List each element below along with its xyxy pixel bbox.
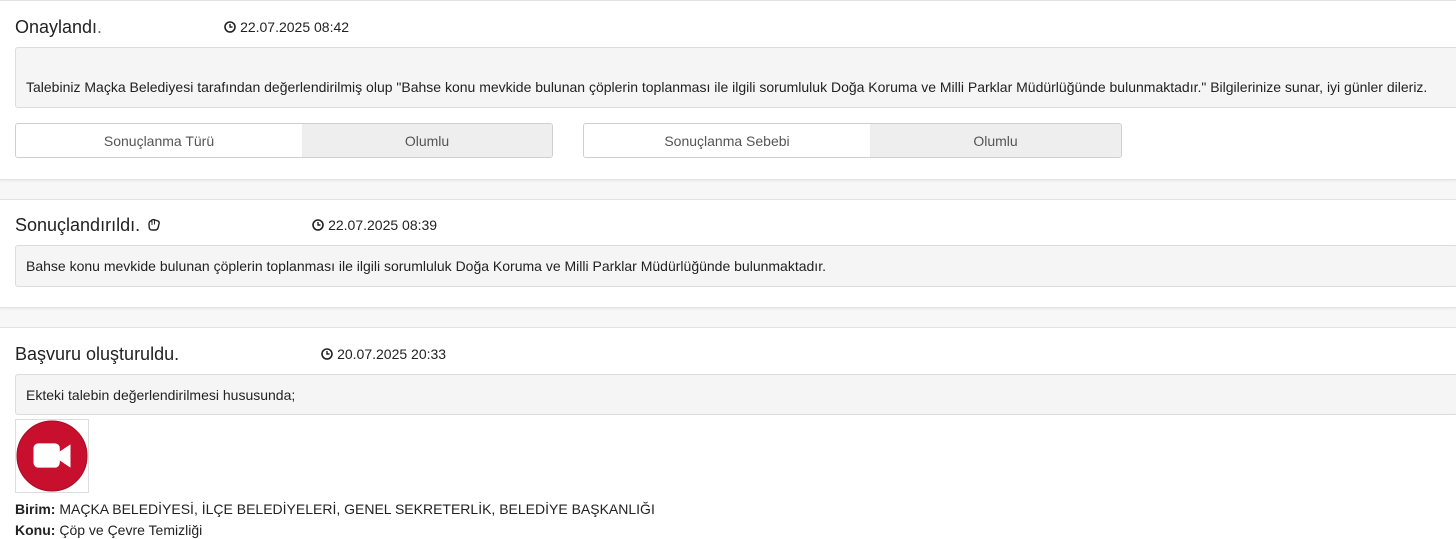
entry-timestamp: 22.07.2025 08:39 — [328, 217, 438, 233]
timeline-entry-concluded: Sonuçlandırıldı. 22.07.2025 08:39 Bahse … — [0, 199, 1456, 308]
result-reason-label: Sonuçlanma Sebebi — [584, 124, 870, 157]
subject-label: Konu: — [15, 522, 56, 538]
clock-icon — [321, 348, 333, 360]
entry-message-box: Ekteki talebin değerlendirilmesi hususun… — [15, 374, 1456, 415]
entry-header: Onaylandı. 22.07.2025 08:42 — [15, 15, 349, 39]
redacted-author — [106, 19, 225, 35]
entry-status-title: Sonuçlandırıldı. — [15, 214, 141, 235]
entry-timestamp: 20.07.2025 20:33 — [337, 346, 447, 362]
entry-status-title: Başvuru oluşturuldu. — [15, 343, 180, 364]
entry-message: Ekteki talebin değerlendirilmesi hususun… — [26, 386, 296, 403]
clock-icon — [224, 21, 236, 33]
entry-message: Talebiniz Maçka Belediyesi tarafından de… — [26, 78, 1428, 95]
result-type-value: Olumlu — [302, 124, 552, 157]
attachment-thumbnail[interactable] — [15, 419, 89, 493]
entry-timestamp: 22.07.2025 08:42 — [240, 19, 350, 35]
result-reason-group: Sonuçlanma Sebebi Olumlu — [583, 123, 1122, 158]
unit-line: Birim: MAÇKA BELEDİYESİ, İLÇE BELEDİYELE… — [15, 501, 655, 517]
redacted-author — [191, 346, 322, 362]
entry-status-title: Onaylandı. — [15, 16, 103, 37]
timeline-entry-created: Başvuru oluşturuldu. 20.07.2025 20:33 Ek… — [0, 327, 1456, 539]
timeline-entry-approved: Onaylandı. 22.07.2025 08:42 Talebiniz Ma… — [0, 0, 1456, 180]
result-reason-value: Olumlu — [870, 124, 1121, 157]
hand-icon — [148, 218, 160, 231]
clock-icon — [312, 219, 324, 231]
result-type-label: Sonuçlanma Türü — [16, 124, 302, 157]
entry-header: Başvuru oluşturuldu. 20.07.2025 20:33 — [15, 342, 446, 366]
redacted-author — [172, 217, 313, 233]
entry-message-box: Bahse konu mevkide bulunan çöplerin topl… — [15, 245, 1456, 287]
unit-value: MAÇKA BELEDİYESİ, İLÇE BELEDİYELERİ, GEN… — [59, 501, 655, 517]
subject-line: Konu: Çöp ve Çevre Temizliği — [15, 522, 202, 538]
subject-value: Çöp ve Çevre Temizliği — [59, 522, 203, 538]
entry-message: Bahse konu mevkide bulunan çöplerin topl… — [26, 258, 826, 274]
result-type-group: Sonuçlanma Türü Olumlu — [15, 123, 553, 158]
unit-label: Birim: — [15, 501, 56, 517]
entry-message-box: Talebiniz Maçka Belediyesi tarafından de… — [15, 47, 1456, 108]
application-timeline: Onaylandı. 22.07.2025 08:42 Talebiniz Ma… — [0, 0, 1456, 539]
entry-header: Sonuçlandırıldı. 22.07.2025 08:39 — [15, 213, 437, 237]
video-camera-icon — [16, 420, 88, 492]
